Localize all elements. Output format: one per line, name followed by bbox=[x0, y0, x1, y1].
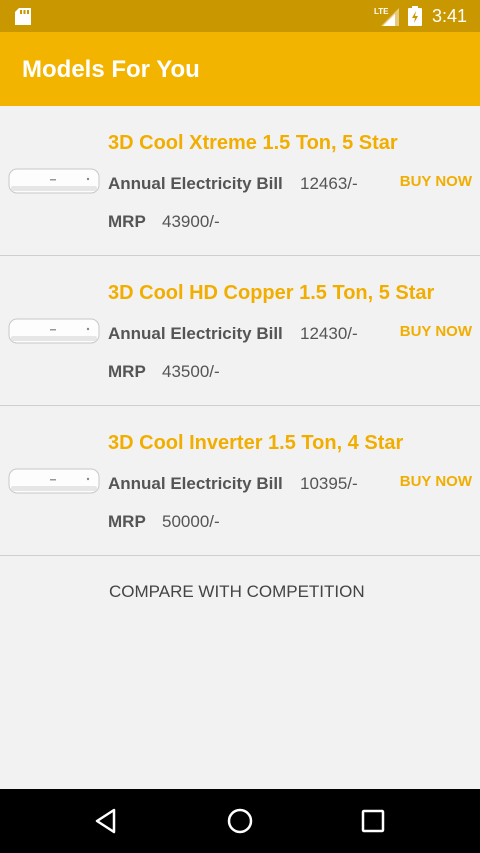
mrp-label: MRP bbox=[108, 212, 146, 231]
status-time: 3:41 bbox=[432, 6, 468, 26]
air-conditioner-image bbox=[8, 316, 100, 351]
mrp-value: 43900/- bbox=[162, 212, 220, 231]
bill-value: 10395/- bbox=[300, 474, 358, 493]
status-bar: LTE 3:41 bbox=[0, 0, 480, 32]
bill-label: Annual Electricity Bill bbox=[108, 324, 283, 343]
home-icon[interactable] bbox=[226, 807, 254, 840]
mrp-label: MRP bbox=[108, 512, 146, 531]
network-type: LTE bbox=[374, 7, 389, 16]
recents-icon[interactable] bbox=[359, 807, 387, 840]
buy-now-button[interactable]: BUY NOW bbox=[400, 172, 472, 192]
model-row: 3D Cool Inverter 1.5 Ton, 4 Star Annual … bbox=[0, 406, 480, 556]
model-row: 3D Cool HD Copper 1.5 Ton, 5 Star Annual… bbox=[0, 256, 480, 406]
lte-signal-icon: LTE bbox=[373, 6, 401, 31]
app-bar: Models For You bbox=[0, 32, 480, 106]
air-conditioner-image bbox=[8, 166, 100, 201]
bill-label: Annual Electricity Bill bbox=[108, 174, 283, 193]
model-name[interactable]: 3D Cool HD Copper 1.5 Ton, 5 Star bbox=[108, 281, 434, 305]
buy-now-button[interactable]: BUY NOW bbox=[400, 472, 472, 492]
model-row: 3D Cool Xtreme 1.5 Ton, 5 Star Annual El… bbox=[0, 106, 480, 256]
model-name[interactable]: 3D Cool Xtreme 1.5 Ton, 5 Star bbox=[108, 131, 398, 155]
bill-value: 12430/- bbox=[300, 324, 358, 343]
compare-with-competition-link[interactable]: COMPARE WITH COMPETITION bbox=[109, 582, 365, 602]
navigation-bar bbox=[0, 789, 480, 853]
page-title: Models For You bbox=[22, 56, 200, 83]
mrp-value: 50000/- bbox=[162, 512, 220, 531]
sd-card-icon bbox=[15, 8, 31, 30]
model-list: 3D Cool Xtreme 1.5 Ton, 5 Star Annual El… bbox=[0, 106, 480, 556]
mrp-label: MRP bbox=[108, 362, 146, 381]
buy-now-button[interactable]: BUY NOW bbox=[400, 322, 472, 342]
battery-charging-icon bbox=[408, 6, 422, 31]
bill-label: Annual Electricity Bill bbox=[108, 474, 283, 493]
bill-value: 12463/- bbox=[300, 174, 358, 193]
model-name[interactable]: 3D Cool Inverter 1.5 Ton, 4 Star bbox=[108, 431, 403, 455]
air-conditioner-image bbox=[8, 466, 100, 501]
mrp-value: 43500/- bbox=[162, 362, 220, 381]
back-icon[interactable] bbox=[92, 807, 120, 840]
